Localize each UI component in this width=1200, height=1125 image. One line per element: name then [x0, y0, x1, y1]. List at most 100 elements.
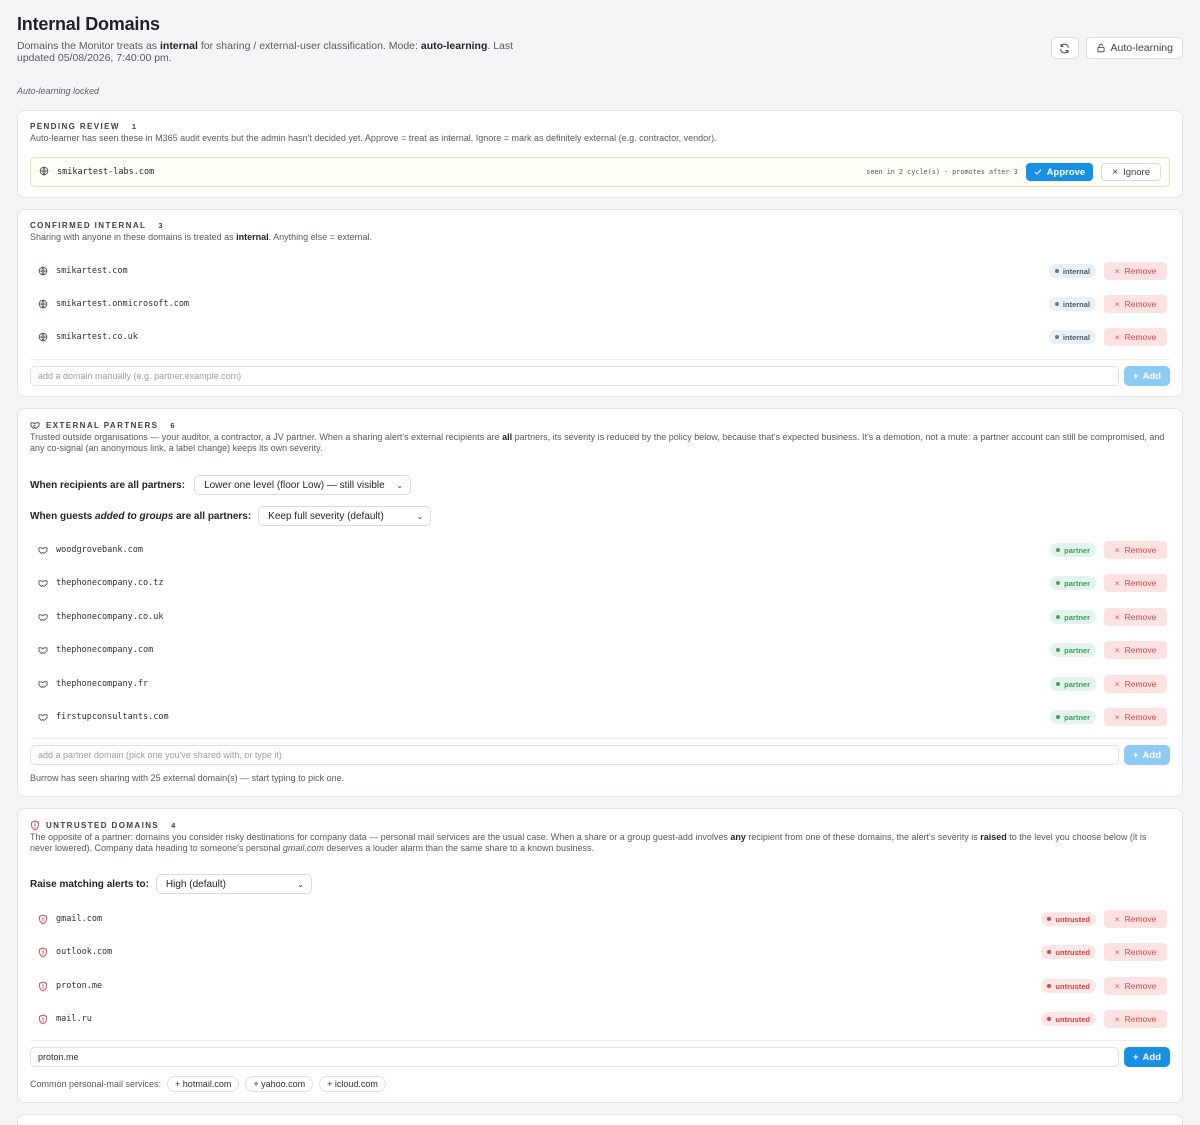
untrusted-raise-select[interactable]: High (default) ⌄ [155, 874, 312, 894]
list-item: thephonecompany.fr partner × Remove [30, 669, 1170, 699]
domain-name: woodgrovebank.com [56, 545, 143, 555]
auto-learning-label: Auto-learning [1110, 42, 1173, 54]
partner-domain-input[interactable] [30, 745, 1119, 765]
auto-learning-button[interactable]: Auto-learning [1085, 37, 1183, 59]
handshake-icon [38, 612, 48, 622]
close-icon: × [1114, 947, 1120, 957]
handshake-icon [38, 545, 48, 555]
close-icon: × [1114, 1014, 1120, 1024]
common-mail-services: Common personal-mail services: + hotmail… [30, 1076, 386, 1092]
domain-name: thephonecompany.co.uk [56, 612, 164, 622]
domain-name: smikartest.onmicrosoft.com [56, 299, 190, 309]
untrusted-badge: untrusted [1041, 979, 1096, 993]
remove-button[interactable]: × Remove [1104, 608, 1167, 626]
partner-add-button[interactable]: + Add [1124, 745, 1170, 765]
partner-policy-guests: When guests added to groups are all part… [30, 506, 432, 526]
untrusted-badge: untrusted [1041, 1012, 1096, 1026]
plus-icon: + [1132, 749, 1139, 761]
close-icon: × [1114, 981, 1120, 991]
handshake-icon [38, 578, 48, 588]
remove-button[interactable]: × Remove [1104, 1010, 1167, 1028]
chip-hotmail[interactable]: + hotmail.com [167, 1076, 240, 1092]
remove-button[interactable]: × Remove [1104, 708, 1167, 726]
external-partners-count: 6 [170, 420, 175, 430]
plus-icon: + [1132, 370, 1139, 382]
pending-domain: smikartest-labs.com [57, 167, 155, 177]
ignore-button[interactable]: × Ignore [1101, 163, 1161, 181]
remove-button[interactable]: × Remove [1104, 541, 1167, 559]
auto-learning-locked-note: Auto-learning locked [17, 86, 100, 96]
page-header: Internal Domains Domains the Monitor tre… [17, 14, 537, 64]
globe-icon [38, 299, 48, 309]
remove-button[interactable]: × Remove [1104, 641, 1167, 659]
internal-domain-input[interactable] [30, 366, 1119, 386]
globe-icon [38, 332, 48, 342]
shield-alert-icon [38, 947, 48, 957]
domain-name: gmail.com [56, 914, 103, 924]
internal-add-row: +Add [30, 366, 1170, 386]
remove-button[interactable]: × Remove [1104, 574, 1167, 592]
pending-review-title: PENDING REVIEW [30, 122, 120, 131]
close-icon: × [1114, 332, 1120, 342]
list-item: mail.ru untrusted × Remove [30, 1004, 1170, 1034]
remove-button[interactable]: × Remove [1104, 943, 1167, 961]
remove-button[interactable]: × Remove [1104, 262, 1167, 280]
internal-badge: internal [1048, 330, 1096, 344]
domain-name: outlook.com [56, 947, 113, 957]
pending-domain-row: smikartest-labs.com seen in 2 cycle(s) ·… [30, 157, 1170, 187]
globe-icon [38, 266, 48, 276]
confirmed-internal-desc: Sharing with anyone in these domains is … [30, 232, 372, 242]
untrusted-badge: untrusted [1041, 945, 1096, 959]
untrusted-domain-input[interactable] [30, 1047, 1119, 1067]
confirmed-internal-card: CONFIRMED INTERNAL 3 Sharing with anyone… [17, 209, 1183, 397]
approve-button[interactable]: Approve [1025, 163, 1094, 181]
shield-alert-icon [38, 1014, 48, 1024]
partner-add-row: +Add [30, 745, 1170, 765]
untrusted-domains-desc: The opposite of a partner: domains you c… [30, 832, 1147, 853]
list-item: thephonecompany.co.tz partner × Remove [30, 568, 1170, 598]
partner-recipients-select[interactable]: Lower one level (floor Low) — still visi… [194, 475, 412, 495]
external-partners-title: EXTERNAL PARTNERS [46, 420, 159, 430]
list-item: outlook.com untrusted × Remove [30, 937, 1170, 967]
chip-icloud[interactable]: + icloud.com [319, 1076, 386, 1092]
plus-icon: + [1132, 1051, 1139, 1063]
close-icon: × [1114, 914, 1120, 924]
remove-button[interactable]: × Remove [1104, 328, 1167, 346]
pending-review-count: 1 [131, 122, 137, 131]
list-item: smikartest.onmicrosoft.com internal × Rem… [30, 289, 1170, 319]
list-item: thephonecompany.co.uk partner × Remove [30, 602, 1170, 632]
partner-guests-select[interactable]: Keep full severity (default) ⌄ [258, 506, 432, 526]
partner-badge: partner [1050, 576, 1096, 590]
remove-button[interactable]: × Remove [1104, 675, 1167, 693]
list-item: smikartest.co.uk internal × Remove [30, 322, 1170, 352]
untrusted-raise-policy: Raise matching alerts to: High (default)… [30, 874, 312, 894]
partner-badge: partner [1050, 710, 1096, 724]
pending-meta: seen in 2 cycle(s) · promotes after 3 [866, 168, 1018, 176]
close-icon: × [1114, 679, 1120, 689]
globe-icon [39, 163, 49, 181]
pending-review-card: PENDING REVIEW 1 Auto-learner has seen t… [17, 110, 1183, 198]
handshake-icon [38, 645, 48, 655]
untrusted-domains-card: UNTRUSTED DOMAINS 4 The opposite of a pa… [17, 808, 1183, 1103]
chip-yahoo[interactable]: + yahoo.com [245, 1076, 314, 1092]
internal-badge: internal [1048, 297, 1096, 311]
pending-review-desc: Auto-learner has seen these in M365 audi… [30, 133, 717, 143]
untrusted-add-row: +Add [30, 1047, 1170, 1067]
confirmed-internal-count: 3 [158, 221, 163, 230]
close-icon: × [1114, 545, 1120, 555]
divider [30, 359, 1170, 360]
divider [30, 738, 1170, 739]
partner-badge: partner [1050, 643, 1096, 657]
remove-button[interactable]: × Remove [1104, 977, 1167, 995]
partner-badge: partner [1050, 543, 1096, 557]
remove-button[interactable]: × Remove [1104, 295, 1167, 313]
internal-badge: internal [1048, 264, 1096, 278]
internal-add-button[interactable]: + Add [1124, 366, 1170, 386]
list-item: gmail.com untrusted × Remove [30, 904, 1170, 934]
refresh-button[interactable] [1050, 37, 1079, 59]
untrusted-add-button[interactable]: + Add [1124, 1047, 1170, 1067]
remove-button[interactable]: × Remove [1104, 910, 1167, 928]
domain-name: thephonecompany.fr [56, 679, 149, 689]
close-icon: × [1112, 166, 1119, 178]
page-title: Internal Domains [17, 14, 160, 34]
